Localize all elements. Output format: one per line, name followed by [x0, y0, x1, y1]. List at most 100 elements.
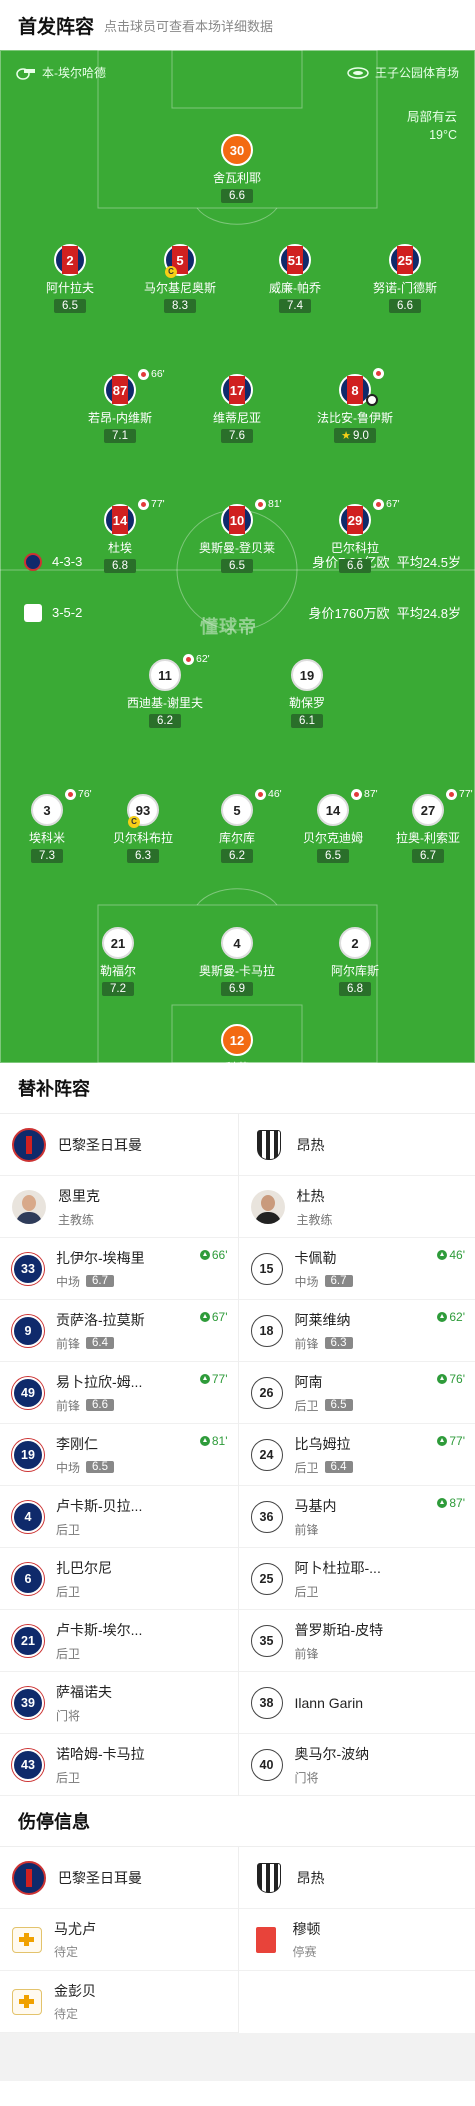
sub-player-row[interactable]: 35 普罗斯珀-皮特 前锋 [238, 1610, 475, 1672]
player-away-5[interactable]: 5 46' 库尔库 6.2 [182, 788, 292, 864]
injuries-home-column: 巴黎圣日耳曼 马尤卢 待定 金彭贝 待定 [0, 1847, 238, 2033]
player-away-27[interactable]: 27 77' 拉奥-利索亚 6.7 [373, 788, 475, 864]
player-number-badge: 21 [102, 927, 134, 959]
subs-home-team[interactable]: 巴黎圣日耳曼 [0, 1114, 238, 1176]
player-number-badge: 24 [250, 1438, 283, 1471]
player-home-87[interactable]: 87 66' 若昂-内维斯 7.1 [65, 368, 175, 444]
player-number-badge: 9 [12, 1314, 44, 1347]
sub-off-marker: 62' [183, 653, 210, 665]
player-rating: 6.5 [221, 559, 253, 573]
injury-row[interactable]: 金彭贝 待定 [0, 1971, 238, 2033]
sub-player-row[interactable]: 9 贡萨洛-拉莫斯 前锋 6.4 67' [0, 1300, 238, 1362]
injury-row[interactable]: 马尤卢 待定 [0, 1909, 238, 1971]
player-name: 马尔基尼奥斯 [143, 281, 216, 295]
sub-player-row[interactable]: 40 奥马尔-波纳 门将 [238, 1734, 475, 1796]
player-home-5[interactable]: 5 C 马尔基尼奥斯 8.3 [125, 244, 235, 314]
player-away-19[interactable]: 19 勒保罗 6.1 [252, 659, 362, 729]
injuries-away-team[interactable]: 昂热 [238, 1847, 475, 1909]
player-rating: 6.6 [339, 559, 371, 573]
sub-time: 66' [151, 368, 165, 380]
player-position: 后卫 [56, 1770, 81, 1785]
sub-player-row[interactable]: 33 扎伊尔-埃梅里 中场 6.7 66' [0, 1238, 238, 1300]
sub-player-row[interactable]: 4 卢卡斯-贝拉... 后卫 [0, 1486, 238, 1548]
subs-away-team[interactable]: 昂热 [238, 1114, 475, 1176]
sub-player-row[interactable]: 26 阿南 后卫 6.5 76' [238, 1362, 475, 1424]
player-away-2[interactable]: 2 阿尔库斯 6.8 [300, 927, 410, 997]
home-coach[interactable]: 恩里克 主教练 [0, 1176, 238, 1238]
team-name: 昂热 [296, 1869, 325, 1886]
sub-time: 62' [196, 653, 210, 665]
player-number-badge: 39 [12, 1686, 44, 1719]
player-name: 法比安-鲁伊斯 [317, 411, 393, 425]
player-number-badge: 33 [12, 1252, 44, 1285]
sub-off-marker [373, 368, 386, 379]
player-number: 2 [66, 252, 74, 268]
player-home-29[interactable]: 29 67' 巴尔科拉 6.6 [300, 498, 410, 574]
player-rating: 7.1 [104, 429, 136, 443]
player-home-51[interactable]: 51 威廉-帕乔 7.4 [240, 244, 350, 314]
player-rating: 6.7 [86, 1275, 115, 1287]
player-name: 卢卡斯-贝拉... [56, 1497, 143, 1514]
sub-player-row[interactable]: 49 易卜拉欣-姆... 前锋 6.6 77' [0, 1362, 238, 1424]
sub-on-marker: 81' [199, 1434, 228, 1448]
sub-player-row[interactable]: 39 萨福诺夫 门将 [0, 1672, 238, 1734]
sub-on-marker: 46' [437, 1248, 465, 1262]
player-position: 中场 [56, 1274, 81, 1289]
player-away-3[interactable]: 3 76' 埃科米 7.3 [0, 788, 102, 864]
away-coach[interactable]: 杜热 主教练 [238, 1176, 475, 1238]
player-position: 前锋 [294, 1522, 319, 1537]
medical-kit-icon [12, 1926, 42, 1953]
player-number-badge: 6 [12, 1562, 44, 1595]
sub-player-row[interactable]: 21 卢卡斯-埃尔... 后卫 [0, 1610, 238, 1672]
player-number: 2 [351, 935, 359, 951]
sub-player-row[interactable]: 18 阿莱维纳 前锋 6.3 62' [238, 1300, 475, 1362]
player-name: 奥斯曼-登贝莱 [199, 541, 275, 555]
injury-row[interactable]: 穆顿 停赛 [238, 1909, 475, 1971]
sub-player-row[interactable]: 6 扎巴尔尼 后卫 [0, 1548, 238, 1610]
sub-player-row[interactable]: 24 比乌姆拉 后卫 6.4 77' [238, 1424, 475, 1486]
player-home-8[interactable]: 8 法比安-鲁伊斯 ★ 9.0 [300, 368, 410, 444]
player-away-11[interactable]: 11 62' 西迪基-谢里夫 6.2 [110, 653, 220, 729]
player-name: 卡佩勒 [294, 1249, 337, 1266]
player-rating: 6.5 [324, 1399, 353, 1411]
player-home-10[interactable]: 10 81' 奥斯曼-登贝莱 6.5 [182, 498, 292, 574]
player-home-25[interactable]: 25 努诺-门德斯 6.6 [350, 244, 460, 314]
sub-player-row[interactable]: 19 李刚仁 中场 6.5 81' [0, 1424, 238, 1486]
player-number-badge: 15 [250, 1252, 283, 1285]
weather-info: 局部有云 19°C [407, 108, 457, 144]
sub-time: 62' [449, 1310, 465, 1324]
sub-player-row[interactable]: 15 卡佩勒 中场 6.7 46' [238, 1238, 475, 1300]
player-number-badge: 2 [54, 244, 86, 276]
player-home-14[interactable]: 14 77' 杜埃 6.8 [65, 498, 175, 574]
coach-name: 杜热 [296, 1187, 325, 1204]
sub-off-marker: 77' [446, 788, 473, 800]
player-away-14[interactable]: 14 87' 贝尔克迪姆 6.5 [278, 788, 388, 864]
player-away-4[interactable]: 4 奥斯曼-卡马拉 6.9 [182, 927, 292, 997]
sub-off-marker: 81' [255, 498, 282, 510]
player-number: 11 [158, 667, 172, 683]
sub-on-icon [437, 1312, 448, 1322]
player-home-2[interactable]: 2 阿什拉夫 6.5 [15, 244, 125, 314]
stadium-info: 王子公园体育场 [347, 64, 459, 81]
player-rating: 6.3 [324, 1337, 353, 1349]
player-home-17[interactable]: 17 维蒂尼亚 7.6 [182, 374, 292, 444]
sub-off-icon [183, 653, 194, 665]
sub-player-row[interactable]: 43 诺哈姆-卡马拉 后卫 [0, 1734, 238, 1796]
player-rating: 8.3 [164, 299, 196, 313]
player-away-21[interactable]: 21 勒福尔 7.2 [63, 927, 173, 997]
player-name: 金彭贝 [54, 1983, 96, 1999]
player-number: 4 [233, 935, 241, 951]
injuries-home-team[interactable]: 巴黎圣日耳曼 [0, 1847, 238, 1909]
player-name: 易卜拉欣-姆... [56, 1373, 143, 1390]
sub-player-row[interactable]: 36 马基内 前锋 87' [238, 1486, 475, 1548]
sub-player-row[interactable]: 38 Ilann Garin [238, 1672, 475, 1734]
player-home-30[interactable]: 30 舍瓦利耶 6.6 [182, 134, 292, 204]
player-away-12[interactable]: 12科菲6.8 [182, 1024, 292, 1063]
sub-player-row[interactable]: 25 阿卜杜拉耶-... 后卫 [238, 1548, 475, 1610]
player-number-badge: 87 [104, 374, 136, 406]
player-number-badge: 21 [12, 1624, 44, 1657]
player-name: 阿莱维纳 [294, 1311, 351, 1328]
player-name: 库尔库 [218, 831, 255, 845]
player-number-badge: 36 [250, 1500, 283, 1533]
sub-time: 67' [386, 498, 400, 510]
